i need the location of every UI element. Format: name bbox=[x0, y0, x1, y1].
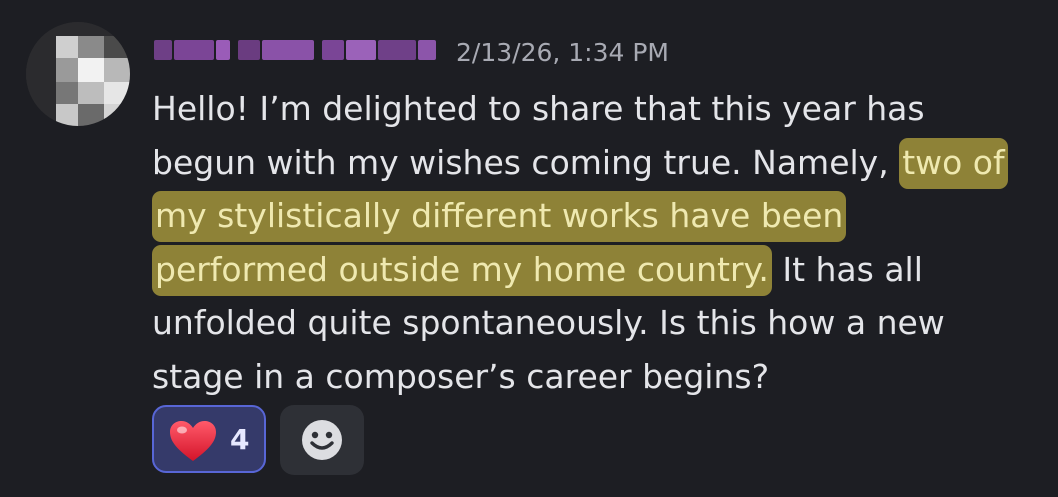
message-text: begun with my wishes coming true. Namely… bbox=[152, 142, 889, 182]
message-line: unfolded quite spontaneously. Is this ho… bbox=[152, 296, 1032, 350]
username-redacted[interactable] bbox=[154, 36, 440, 66]
highlighted-text: my stylistically different works have be… bbox=[152, 191, 847, 242]
message-line: Hello! I’m delighted to share that this … bbox=[152, 82, 1032, 136]
message-line: performed outside my home country. It ha… bbox=[152, 243, 1032, 297]
heart-icon bbox=[170, 421, 216, 461]
message-timestamp[interactable]: 2/13/26, 1:34 PM bbox=[456, 38, 669, 68]
reaction-count: 4 bbox=[230, 423, 250, 456]
add-reaction-button[interactable] bbox=[280, 405, 364, 475]
message-text: Hello! I’m delighted to share that this … bbox=[152, 89, 925, 128]
avatar[interactable] bbox=[26, 22, 130, 126]
message-line: stage in a composer’s career begins? bbox=[152, 350, 1032, 404]
message-text: unfolded quite spontaneously. Is this ho… bbox=[152, 303, 945, 342]
smile-plus-icon bbox=[302, 420, 342, 460]
reaction-heart-button[interactable]: 4 bbox=[152, 405, 266, 473]
message-line: begun with my wishes coming true. Namely… bbox=[152, 136, 1032, 190]
chat-message: 2/13/26, 1:34 PM Hello! I’m delighted to… bbox=[0, 0, 1058, 497]
message-line: my stylistically different works have be… bbox=[152, 189, 1032, 243]
message-body: Hello! I’m delighted to share that this … bbox=[152, 82, 1032, 403]
message-text: It has all bbox=[782, 249, 923, 289]
highlighted-text: performed outside my home country. bbox=[152, 244, 772, 296]
highlighted-text: two of bbox=[899, 137, 1008, 189]
message-text: stage in a composer’s career begins? bbox=[152, 356, 770, 396]
